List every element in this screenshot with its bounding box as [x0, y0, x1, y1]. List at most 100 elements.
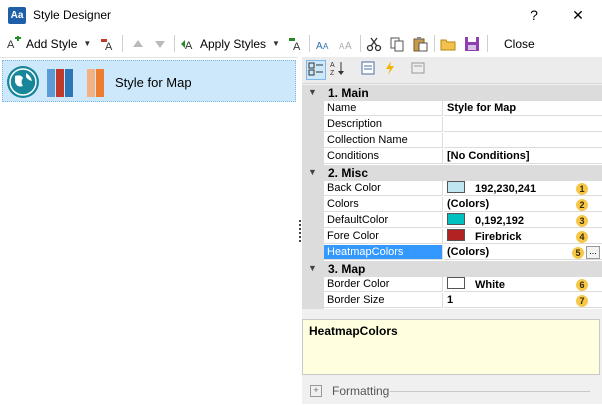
add-style-dropdown-icon[interactable]: ▼ [83, 39, 91, 48]
property-row[interactable]: Border Size 1 7 [302, 293, 602, 309]
sort-az-icon: AZ [330, 62, 344, 77]
property-row[interactable]: Border Color White 6 [302, 277, 602, 293]
add-style-icon: A [6, 34, 22, 52]
property-value[interactable]: Style for Map [444, 101, 602, 116]
close-window-button[interactable]: ✕ [560, 4, 596, 26]
svg-text:A: A [105, 41, 113, 52]
svg-text:A: A [330, 62, 335, 69]
categorized-view-button[interactable] [306, 60, 326, 80]
ellipsis-button[interactable]: ... [586, 246, 600, 259]
move-up-icon [130, 36, 146, 52]
move-down-button[interactable] [152, 33, 168, 54]
category-main[interactable]: ▼ 1. Main [302, 85, 602, 101]
svg-text:A: A [323, 42, 329, 51]
style-settings-button[interactable]: A [288, 33, 304, 54]
property-row[interactable]: Description [302, 117, 602, 133]
property-row[interactable]: DefaultColor 0,192,192 3 [302, 213, 602, 229]
property-row[interactable]: Name Style for Map [302, 101, 602, 117]
color-swatch [447, 277, 465, 289]
svg-text:A: A [316, 41, 323, 52]
paste-button[interactable] [412, 33, 428, 54]
font-small-icon: AA [315, 36, 331, 52]
property-row-selected[interactable]: HeatmapColors (Colors) 5 ... [302, 245, 602, 261]
help-button[interactable]: ? [516, 4, 552, 26]
style-settings-icon: A [288, 36, 304, 53]
edit-style-icon: A [100, 36, 116, 53]
formatting-label: Formatting [332, 384, 390, 398]
collapse-icon[interactable]: ▼ [308, 167, 317, 177]
app-icon: Aa [8, 7, 26, 24]
title-bar: Aa Style Designer ? ✕ [0, 0, 602, 31]
paste-icon [412, 36, 428, 52]
color-stripe [47, 69, 55, 97]
property-value[interactable] [444, 133, 602, 148]
events-view-button[interactable] [380, 60, 400, 80]
globe-icon [7, 66, 39, 98]
color-swatch [447, 229, 465, 241]
add-style-label: Add Style [26, 36, 78, 51]
property-row[interactable]: Back Color 192,230,241 1 [302, 181, 602, 197]
property-row[interactable]: Fore Color Firebrick 4 [302, 229, 602, 245]
copy-icon [389, 36, 405, 52]
apply-styles-button[interactable]: A Apply Styles ▼ [180, 33, 280, 54]
property-row[interactable]: Conditions [No Conditions] [302, 149, 602, 165]
svg-text:Z: Z [330, 70, 335, 76]
apply-styles-icon: A [180, 36, 196, 52]
svg-text:A: A [293, 41, 301, 52]
collapse-icon[interactable]: ▼ [308, 87, 317, 97]
save-button[interactable] [464, 33, 480, 54]
number-badge: 3 [576, 215, 588, 227]
number-badge: 6 [576, 279, 588, 291]
close-button[interactable]: Close [500, 33, 535, 54]
number-badge: 2 [576, 199, 588, 211]
property-grid-panel: AZ ▼ 1. Main Name Style for Map Descript… [302, 57, 602, 404]
svg-text:A: A [185, 40, 193, 52]
property-pages-button[interactable] [408, 60, 428, 80]
save-icon [464, 36, 480, 52]
property-value[interactable] [444, 117, 602, 132]
property-row[interactable]: Collection Name [302, 133, 602, 149]
style-list-item[interactable]: Style for Map [2, 60, 296, 102]
move-up-button[interactable] [130, 33, 146, 54]
font-small-button[interactable]: AA [315, 33, 331, 54]
svg-text:A: A [345, 41, 352, 52]
add-style-button[interactable]: A Add Style ▼ [6, 33, 91, 54]
number-badge: 4 [576, 231, 588, 243]
cut-icon [366, 36, 382, 52]
color-stripe [87, 69, 95, 97]
properties-icon [361, 61, 375, 75]
description-panel: HeatmapColors [302, 319, 600, 375]
categorized-icon [308, 62, 323, 76]
collapse-icon[interactable]: ▼ [308, 263, 317, 273]
category-map[interactable]: ▼ 3. Map [302, 261, 602, 277]
number-badge: 5 [572, 247, 584, 259]
window-title: Style Designer [33, 8, 112, 22]
property-value[interactable]: [No Conditions] [444, 149, 602, 164]
color-stripe [65, 69, 73, 97]
lightning-icon [386, 61, 394, 75]
open-folder-icon [440, 36, 456, 52]
font-large-icon: AA [338, 36, 354, 52]
close-label: Close [504, 36, 535, 51]
move-down-icon [152, 36, 168, 52]
edit-style-button[interactable]: A [100, 33, 116, 54]
styles-list: Style for Map [0, 57, 298, 405]
property-row[interactable]: Colors (Colors) 2 [302, 197, 602, 213]
cut-button[interactable] [366, 33, 382, 54]
apply-styles-dropdown-icon[interactable]: ▼ [272, 39, 280, 48]
style-name: Style for Map [115, 75, 192, 90]
copy-button[interactable] [389, 33, 405, 54]
properties-view-button[interactable] [358, 60, 378, 80]
property-grid-toolbar: AZ [302, 57, 602, 84]
divider [390, 391, 590, 392]
color-stripe [96, 69, 104, 97]
open-button[interactable] [440, 33, 456, 54]
property-pages-icon [411, 62, 425, 74]
color-swatch [447, 213, 465, 225]
font-large-button[interactable]: AA [338, 33, 354, 54]
alphabetical-view-button[interactable]: AZ [328, 60, 348, 80]
formatting-section[interactable]: + Formatting [306, 383, 598, 401]
category-misc[interactable]: ▼ 2. Misc [302, 165, 602, 181]
color-swatch [447, 181, 465, 193]
expand-icon[interactable]: + [310, 385, 322, 397]
